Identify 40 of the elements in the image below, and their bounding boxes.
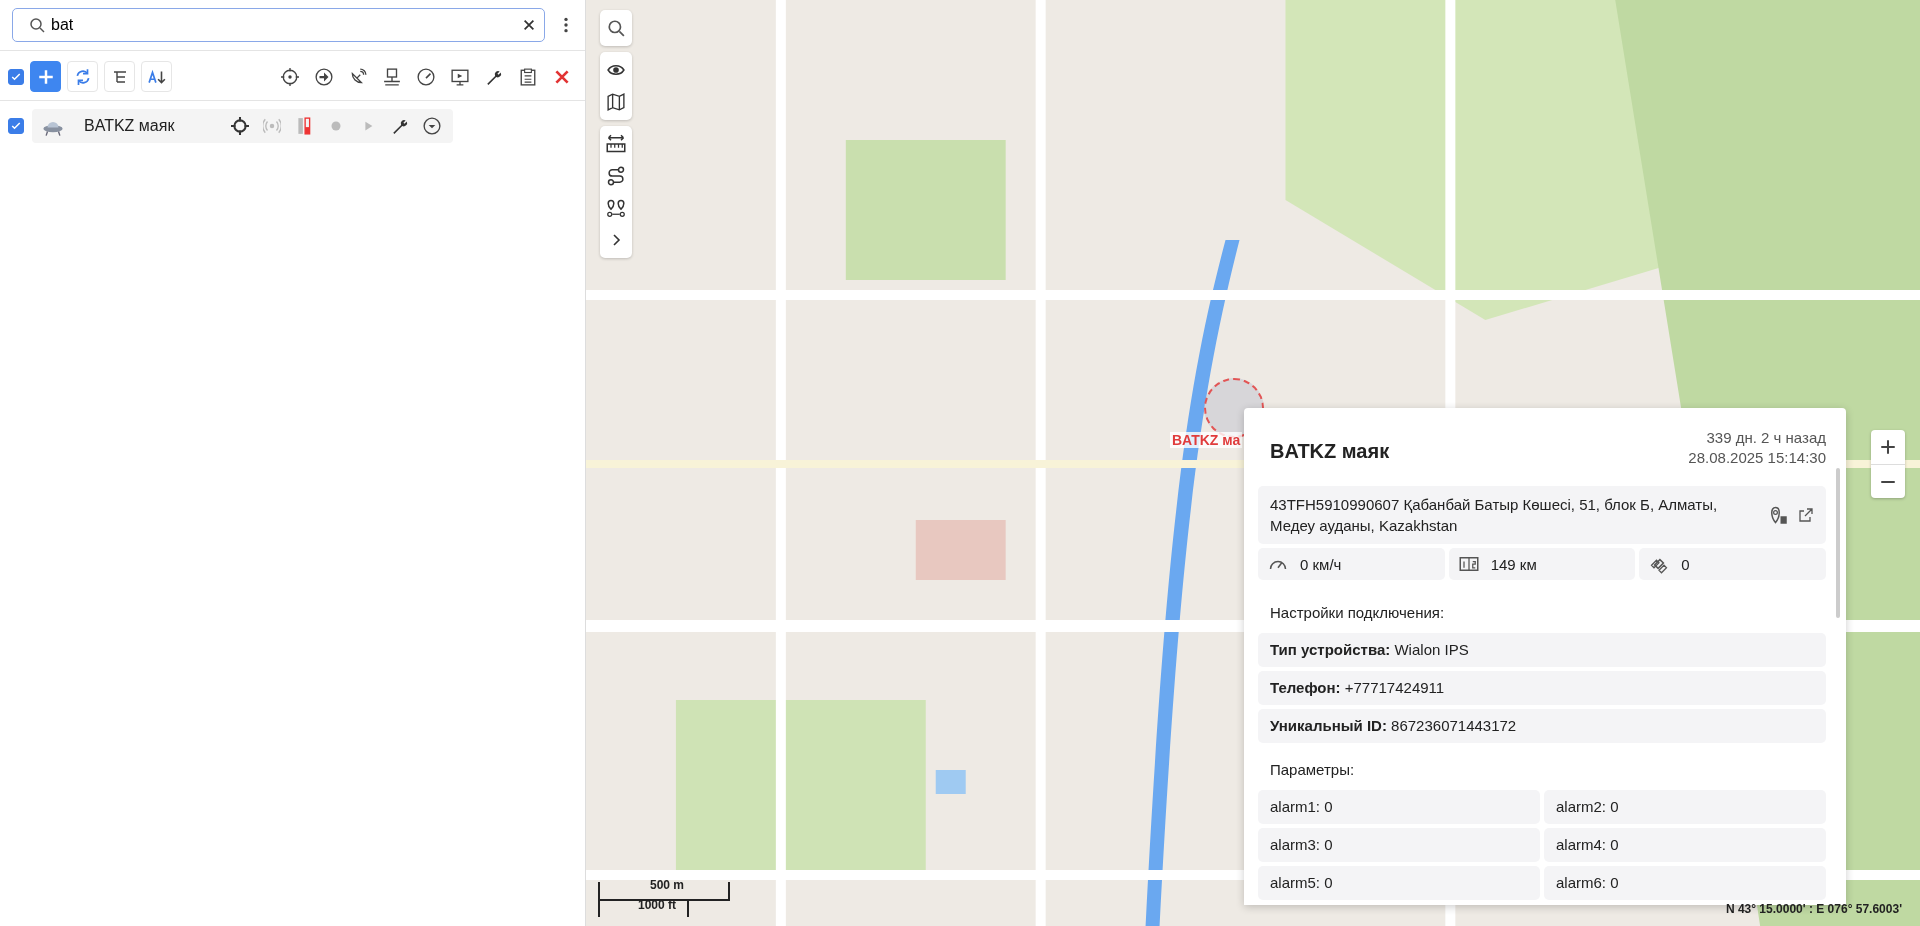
clear-icon[interactable]	[522, 18, 536, 32]
search-icon	[29, 17, 45, 33]
check-icon	[10, 120, 22, 132]
info-row: Телефон: +77717424911	[1258, 671, 1826, 705]
info-row: Тип устройства: Wialon IPS	[1258, 633, 1826, 667]
stat-value: 149 км	[1490, 555, 1537, 573]
param-row: alarm2: 0	[1544, 790, 1826, 824]
refresh-button[interactable]	[67, 61, 98, 92]
checkbox[interactable]	[8, 68, 24, 85]
timestamp: 28.08.2025 15:14:30	[1688, 448, 1826, 468]
stat-value: 0	[1681, 555, 1690, 573]
scrollbar[interactable]	[1836, 468, 1840, 618]
group-button[interactable]	[104, 61, 135, 92]
section-heading: Настройки подключения:	[1269, 604, 1446, 623]
search-field[interactable]: bat	[12, 8, 545, 42]
location-icon[interactable]	[1768, 505, 1788, 525]
coordinates: N 43° 15.0000' : E 076° 57.6003'	[1725, 902, 1902, 916]
add-button[interactable]	[30, 61, 61, 92]
external-link-icon[interactable]	[1798, 507, 1814, 523]
time-ago: 339 дн. 2 ч назад	[1705, 428, 1826, 448]
tree-icon	[111, 68, 128, 85]
popup-title: BATKZ маяк	[1270, 440, 1390, 463]
unit-name: BATKZ маяк	[84, 117, 175, 135]
marker-label: BATKZ ма	[1170, 432, 1243, 448]
param-row: alarm1: 0	[1258, 790, 1540, 824]
sort-button[interactable]	[141, 61, 172, 92]
plus-icon	[36, 67, 55, 86]
checkbox[interactable]	[8, 118, 24, 134]
address-text: 43TFH5910990607 Қабанбай Батыр Көшесі, 51, блок Б, Алматы, Медеу ауданы, Kazakhstan	[1270, 495, 1719, 536]
param-row: alarm5: 0	[1258, 866, 1540, 900]
info-row: Уникальный ID: 867236071443172	[1258, 709, 1826, 743]
param-row: alarm6: 0	[1544, 866, 1826, 900]
stat-value: 0 км/ч	[1300, 555, 1342, 573]
param-row: alarm4: 0	[1544, 828, 1826, 862]
sort-icon	[147, 67, 166, 86]
odometer-icon	[1458, 554, 1479, 574]
section-heading: Параметры:	[1269, 761, 1356, 780]
scale-label: 500 m	[650, 878, 685, 892]
param-row: alarm3: 0	[1258, 828, 1540, 862]
unit-row[interactable]: BATKZ маяк	[32, 109, 453, 143]
